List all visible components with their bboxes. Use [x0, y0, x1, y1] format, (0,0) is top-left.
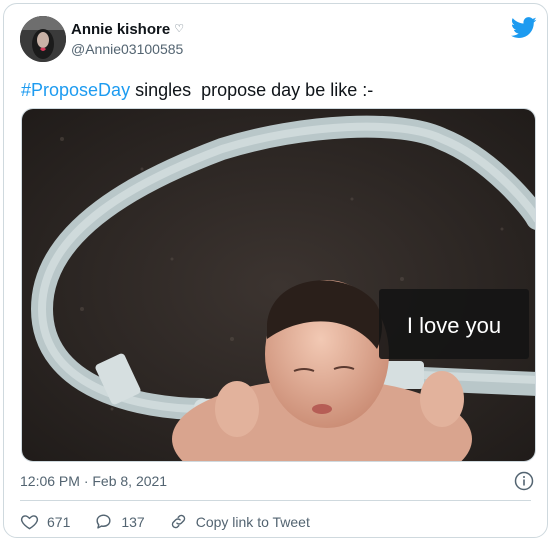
copy-link-button[interactable]: Copy link to Tweet — [169, 512, 310, 531]
heart-outline-icon: ♡ — [174, 23, 185, 35]
avatar-image — [20, 16, 66, 62]
link-icon — [171, 514, 185, 529]
user-handle[interactable]: @Annie03100585 — [71, 41, 183, 57]
copy-link-label: Copy link to Tweet — [195, 513, 310, 530]
tweet-media[interactable]: I love you — [21, 108, 536, 462]
divider — [20, 500, 531, 501]
reply-button[interactable]: 137 — [94, 512, 145, 531]
info-icon[interactable] — [514, 471, 534, 491]
meme-image: I love you — [22, 109, 535, 461]
caption-overlay: I love you — [407, 313, 501, 338]
heart-icon — [20, 515, 39, 530]
twitter-bird-icon[interactable] — [511, 17, 537, 39]
like-count: 671 — [47, 513, 71, 530]
like-button[interactable]: 671 — [20, 512, 70, 531]
timestamp[interactable]: 12:06 PM · Feb 8, 2021 — [20, 473, 167, 489]
avatar[interactable] — [20, 16, 66, 62]
reply-count: 137 — [121, 513, 145, 530]
display-name[interactable]: Annie kishore — [71, 21, 170, 38]
tweet-card[interactable]: Annie kishore ♡ @Annie03100585 #ProposeD… — [3, 3, 548, 538]
tweet-body: singles propose day be like :- — [130, 80, 374, 100]
reply-bubble-icon — [96, 514, 111, 529]
tweet-text: #ProposeDay singles propose day be like … — [21, 80, 373, 101]
action-bar: 671 137 Copy link to Tweet — [20, 512, 334, 531]
hashtag-link[interactable]: #ProposeDay — [21, 80, 130, 100]
